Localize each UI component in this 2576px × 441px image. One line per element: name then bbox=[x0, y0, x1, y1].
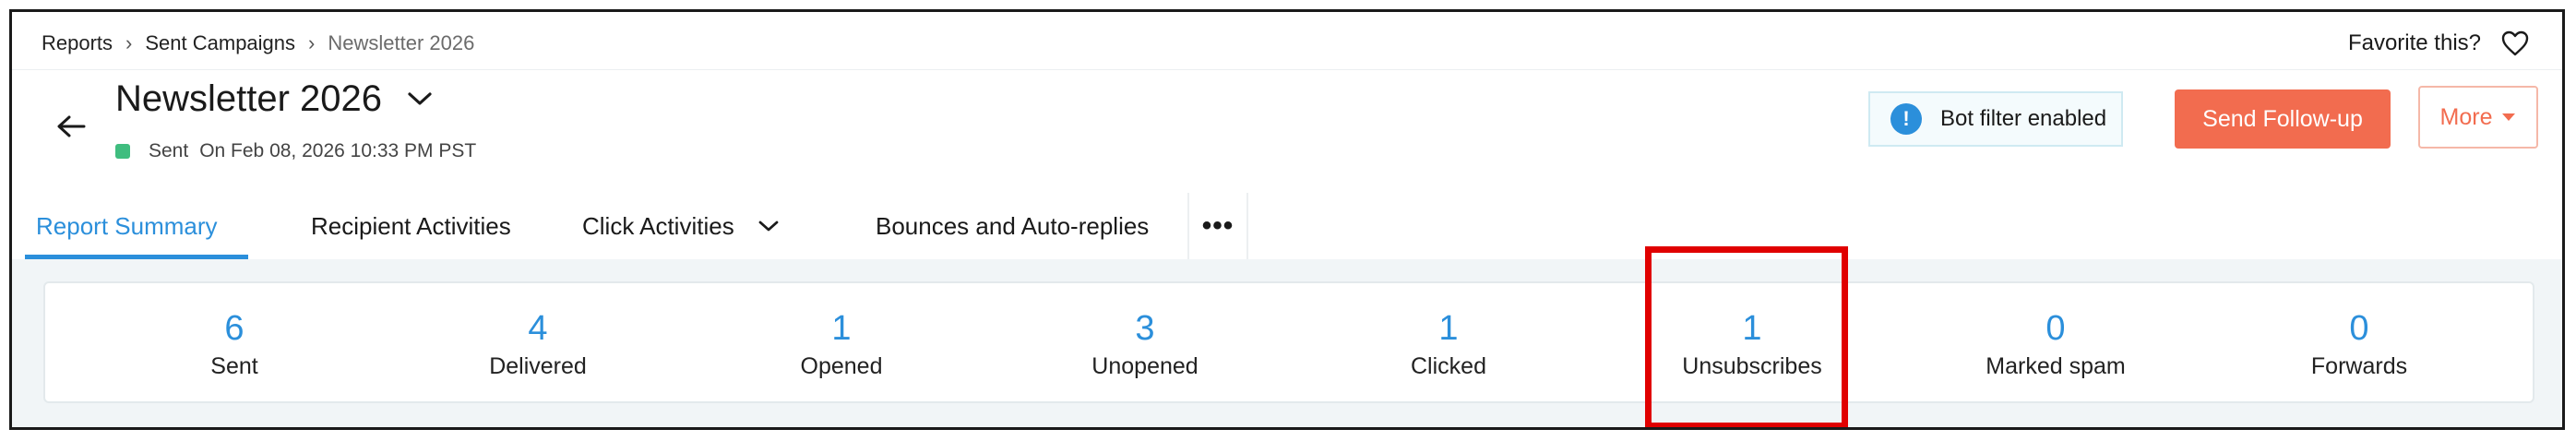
bot-filter-label: Bot filter enabled bbox=[1940, 106, 2107, 131]
stat-value: 4 bbox=[528, 308, 548, 348]
stat-label: Marked spam bbox=[1986, 352, 2126, 379]
tab-click-activities[interactable]: Click Activities bbox=[536, 193, 818, 259]
stat-value: 1 bbox=[1438, 308, 1459, 348]
stat-forwards[interactable]: 0 Forwards bbox=[2207, 283, 2511, 405]
tab-bounces-auto-replies[interactable]: Bounces and Auto-replies bbox=[818, 193, 1187, 259]
stat-delivered[interactable]: 4 Delivered bbox=[386, 283, 690, 405]
page-title: Newsletter 2026 bbox=[115, 73, 434, 125]
chevron-right-icon: › bbox=[308, 31, 316, 54]
favorite-toggle[interactable]: Favorite this? bbox=[2348, 23, 2529, 64]
stat-unsubscribes[interactable]: 1 Unsubscribes bbox=[1600, 283, 1904, 405]
title-dropdown-toggle[interactable] bbox=[406, 89, 434, 108]
stat-value: 1 bbox=[831, 308, 852, 348]
heart-icon[interactable] bbox=[2501, 30, 2529, 56]
breadcrumb-sent-campaigns[interactable]: Sent Campaigns bbox=[145, 31, 295, 55]
stat-unopened[interactable]: 3 Unopened bbox=[993, 283, 1297, 405]
stat-opened[interactable]: 1 Opened bbox=[689, 283, 994, 405]
report-tabs: Report Summary Recipient Activities Clic… bbox=[25, 193, 1248, 259]
info-icon: ! bbox=[1890, 103, 1922, 135]
stats-summary-card: 6 Sent 4 Delivered 1 Opened 3 Unopened 1… bbox=[43, 281, 2534, 403]
stat-clicked[interactable]: 1 Clicked bbox=[1296, 283, 1601, 405]
back-button[interactable] bbox=[53, 108, 89, 145]
sent-date: On Feb 08, 2026 10:33 PM PST bbox=[199, 140, 477, 161]
stat-label: Unopened bbox=[1091, 352, 1199, 379]
stat-label: Forwards bbox=[2310, 352, 2408, 379]
status-text: Sent bbox=[149, 140, 189, 161]
stat-label: Delivered bbox=[489, 352, 587, 379]
favorite-label: Favorite this? bbox=[2347, 30, 2481, 55]
stat-value: 0 bbox=[2349, 308, 2369, 348]
stat-value: 6 bbox=[224, 308, 244, 348]
bot-filter-badge[interactable]: ! Bot filter enabled bbox=[1868, 91, 2123, 147]
more-label: More bbox=[2439, 103, 2493, 130]
stat-label: Opened bbox=[800, 352, 883, 379]
tab-label: Click Activities bbox=[582, 211, 734, 240]
chevron-down-icon bbox=[408, 92, 432, 105]
stat-value: 1 bbox=[1742, 308, 1762, 348]
header-divider bbox=[12, 69, 2562, 70]
stat-value: 3 bbox=[1135, 308, 1155, 348]
tab-label: Bounces and Auto-replies bbox=[876, 211, 1150, 240]
breadcrumb-reports[interactable]: Reports bbox=[42, 31, 113, 55]
caret-down-icon bbox=[2501, 113, 2516, 122]
chevron-down-icon bbox=[757, 218, 781, 234]
breadcrumb-current: Newsletter 2026 bbox=[328, 31, 475, 54]
campaign-status: Sent On Feb 08, 2026 10:33 PM PST bbox=[115, 137, 476, 165]
tab-label: Recipient Activities bbox=[311, 211, 511, 240]
status-indicator bbox=[115, 144, 130, 159]
tab-report-summary[interactable]: Report Summary bbox=[25, 193, 254, 259]
tab-recipient-activities[interactable]: Recipient Activities bbox=[254, 193, 536, 259]
tab-label: Report Summary bbox=[36, 211, 218, 240]
stat-sent[interactable]: 6 Sent bbox=[82, 283, 387, 405]
more-tabs-button[interactable]: ••• bbox=[1187, 193, 1248, 259]
breadcrumb: Reports › Sent Campaigns › Newsletter 20… bbox=[42, 23, 474, 64]
stat-marked-spam[interactable]: 0 Marked spam bbox=[1903, 283, 2208, 405]
campaign-title: Newsletter 2026 bbox=[115, 77, 383, 119]
stat-label: Unsubscribes bbox=[1682, 352, 1822, 379]
send-follow-up-button[interactable]: Send Follow-up bbox=[2175, 89, 2391, 149]
ellipsis-icon: ••• bbox=[1201, 210, 1234, 241]
arrow-left-icon bbox=[57, 115, 86, 137]
stat-label: Sent bbox=[210, 352, 258, 379]
stat-value: 0 bbox=[2045, 308, 2066, 348]
report-window: Reports › Sent Campaigns › Newsletter 20… bbox=[9, 9, 2565, 430]
chevron-right-icon: › bbox=[125, 31, 133, 54]
stat-label: Clicked bbox=[1411, 352, 1486, 379]
more-button[interactable]: More bbox=[2418, 86, 2538, 149]
